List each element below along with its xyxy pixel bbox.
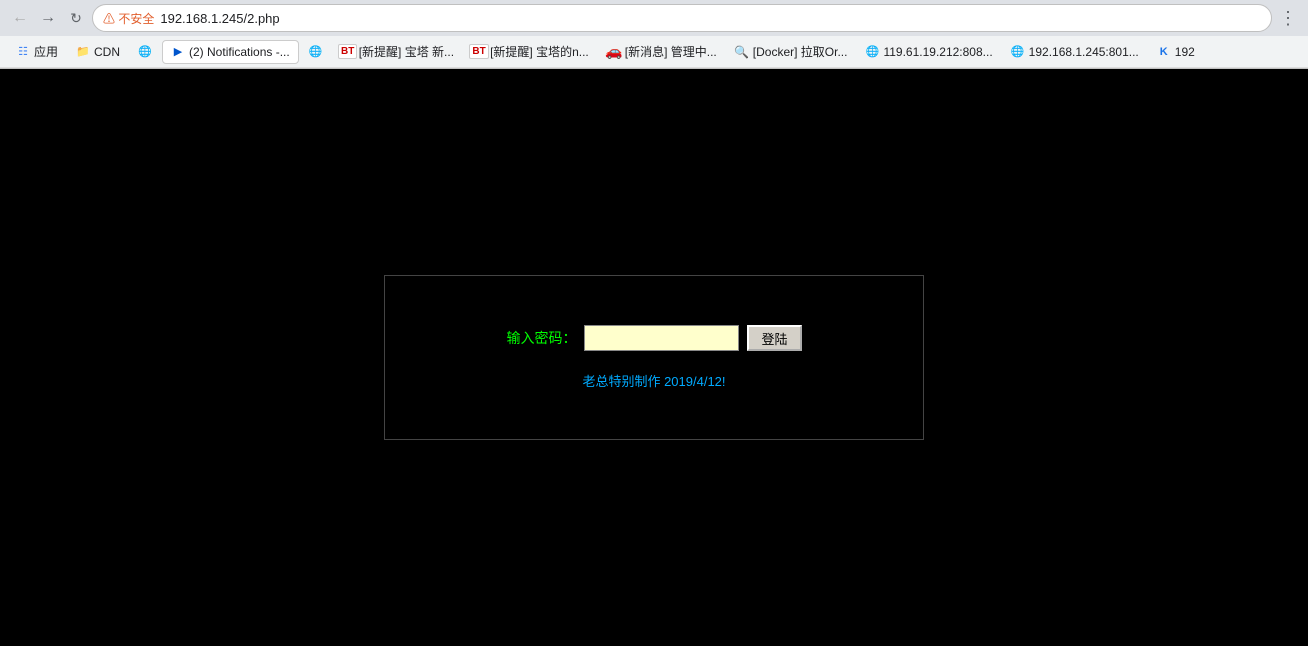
bookmarks-bar: ☷ 应用 📁 CDN 🌐 ▶ (2) Notifications -... 🌐 … xyxy=(0,36,1308,68)
k-icon: K xyxy=(1157,45,1171,59)
bookmark-ip1-label: 119.61.19.212:808... xyxy=(883,45,992,59)
bookmark-globe1[interactable]: 🌐 xyxy=(130,40,160,64)
bookmark-ip2[interactable]: 🌐 192.168.1.245:801... xyxy=(1003,40,1147,64)
bookmark-notifications-label: (2) Notifications -... xyxy=(189,45,290,59)
bookmark-bt1-label: [新提醒] 宝塔 新... xyxy=(359,43,454,60)
bookmark-ip1[interactable]: 🌐 119.61.19.212:808... xyxy=(857,40,1000,64)
bt-icon-1: BT xyxy=(341,45,355,59)
browser-menu-button[interactable]: ⋮ xyxy=(1276,6,1300,30)
login-button[interactable]: 登陆 xyxy=(747,325,801,351)
bookmark-k-label: 192 xyxy=(1175,45,1195,59)
globe-icon-4: 🌐 xyxy=(1011,45,1025,59)
bookmark-ip2-label: 192.168.1.245:801... xyxy=(1029,45,1139,59)
bookmark-apps-label: 应用 xyxy=(34,43,58,60)
security-label: 不安全 xyxy=(118,12,154,26)
globe-icon-1: 🌐 xyxy=(138,45,152,59)
bookmark-bt1[interactable]: BT [新提醒] 宝塔 新... xyxy=(333,40,462,64)
password-label: 输入密码： xyxy=(506,328,576,348)
bookmark-bt2-label: [新提醒] 宝塔的n... xyxy=(490,43,589,60)
bookmark-bt2[interactable]: BT [新提醒] 宝塔的n... xyxy=(464,40,597,64)
bookmark-apps[interactable]: ☷ 应用 xyxy=(8,40,66,64)
bt-icon-2: BT xyxy=(472,45,486,59)
globe-icon-2: 🌐 xyxy=(309,45,323,59)
bookmark-notifications[interactable]: ▶ (2) Notifications -... xyxy=(162,40,299,64)
password-row: 输入密码： 登陆 xyxy=(506,325,801,351)
bookmark-car-label: [新消息] 管理中... xyxy=(625,43,717,60)
reload-button[interactable]: ↻ xyxy=(64,6,88,30)
bookmark-docker[interactable]: 🔍 [Docker] 拉取Or... xyxy=(727,40,856,64)
address-text: 192.168.1.245/2.php xyxy=(160,11,279,26)
globe-icon-3: 🌐 xyxy=(865,45,879,59)
security-icon: ⚠ 不安全 xyxy=(103,10,154,27)
bookmark-docker-label: [Docker] 拉取Or... xyxy=(753,43,848,60)
address-bar[interactable]: ⚠ 不安全 192.168.1.245/2.php xyxy=(92,4,1272,32)
footer-text: 老总特别制作 2019/4/12! xyxy=(582,371,725,390)
active-tab-icon: ▶ xyxy=(171,45,185,59)
back-button[interactable]: ← xyxy=(8,6,32,30)
nav-bar: ← → ↻ ⚠ 不安全 192.168.1.245/2.php ⋮ xyxy=(0,0,1308,36)
car-icon: 🚗 xyxy=(607,45,621,59)
bookmark-cdn-label: CDN xyxy=(94,45,120,59)
apps-icon: ☷ xyxy=(16,45,30,59)
browser-chrome: ← → ↻ ⚠ 不安全 192.168.1.245/2.php ⋮ ☷ 应用 📁… xyxy=(0,0,1308,69)
bookmark-globe2[interactable]: 🌐 xyxy=(301,40,331,64)
bookmark-cdn[interactable]: 📁 CDN xyxy=(68,40,128,64)
forward-button[interactable]: → xyxy=(36,6,60,30)
password-input[interactable] xyxy=(584,325,739,351)
bookmark-k[interactable]: K 192 xyxy=(1149,40,1203,64)
login-box: 输入密码： 登陆 老总特别制作 2019/4/12! xyxy=(384,275,924,440)
page-content: 输入密码： 登陆 老总特别制作 2019/4/12! xyxy=(0,69,1308,646)
search-icon: 🔍 xyxy=(735,45,749,59)
folder-icon: 📁 xyxy=(76,45,90,59)
bookmark-car[interactable]: 🚗 [新消息] 管理中... xyxy=(599,40,725,64)
